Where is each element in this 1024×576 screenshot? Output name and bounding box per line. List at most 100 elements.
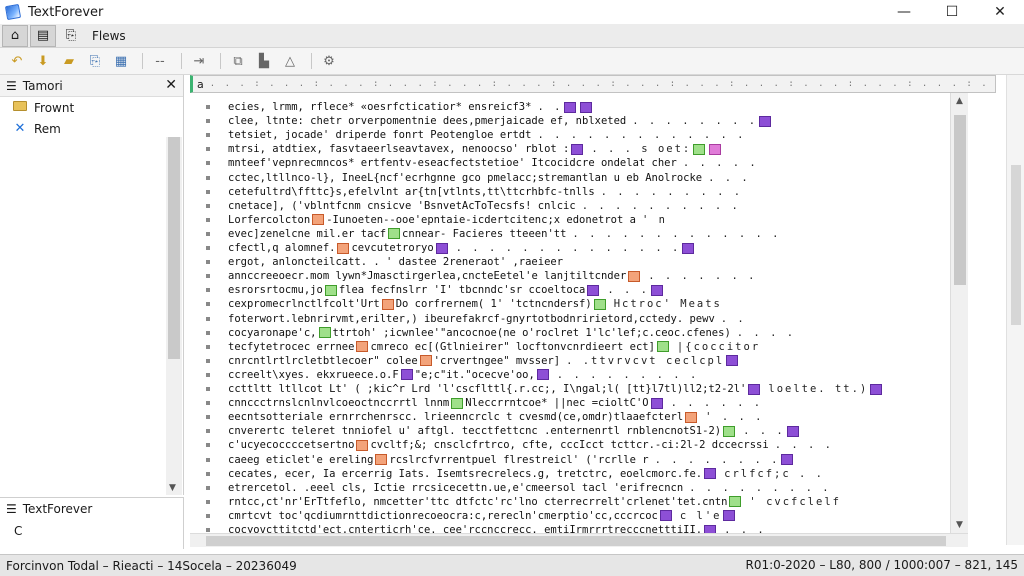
- green-marker-icon[interactable]: [693, 143, 706, 155]
- scroll-thumb[interactable]: [206, 536, 946, 546]
- purple-marker-icon[interactable]: [704, 524, 717, 533]
- orange-marker-icon[interactable]: [356, 341, 369, 353]
- line-margin-mark: [206, 387, 210, 391]
- editor-line[interactable]: cocyovcttitctd'ect.cnterticrh'ce. cee'rc…: [228, 522, 766, 533]
- editor-vertical-scrollbar[interactable]: ▲ ▼: [950, 93, 968, 533]
- line-text: c'ucyecoccccetsertno: [228, 439, 355, 452]
- orange-marker-icon[interactable]: [685, 411, 698, 423]
- scroll-thumb[interactable]: [1011, 165, 1021, 325]
- warning-button[interactable]: △: [279, 51, 301, 71]
- close-pane-button[interactable]: ✕: [165, 77, 177, 93]
- window-title: TextForever: [28, 4, 104, 20]
- orange-marker-icon[interactable]: [312, 214, 325, 226]
- purple-marker-icon[interactable]: [435, 242, 448, 254]
- open-icon: ⎘: [65, 28, 77, 43]
- scroll-thumb[interactable]: [954, 115, 966, 285]
- maximize-button[interactable]: ☐: [928, 0, 976, 24]
- purple-marker-icon[interactable]: [723, 510, 736, 522]
- line-margin-mark: [206, 217, 210, 222]
- purple-marker-icon[interactable]: [682, 242, 695, 254]
- line-margin-mark: [206, 133, 210, 138]
- purple-marker-icon[interactable]: [659, 510, 672, 522]
- orange-marker-icon[interactable]: [375, 454, 388, 465]
- tree-item-front[interactable]: Frownt: [0, 97, 183, 118]
- purple-marker-icon[interactable]: [650, 284, 663, 296]
- scroll-down-icon[interactable]: ▼: [169, 483, 176, 493]
- copy-button[interactable]: ⎘: [84, 51, 106, 71]
- line-trail: . .ttvrvcvt ceclcpl: [566, 354, 725, 367]
- line-margin-mark: [206, 485, 210, 490]
- green-marker-icon[interactable]: [593, 298, 606, 310]
- close-button[interactable]: ✕: [976, 0, 1024, 24]
- line-text: cecates, ecer, Ia ercerrig Iats. Isemts: [228, 467, 475, 480]
- menu-news[interactable]: Flews: [92, 29, 126, 43]
- line-margin-mark: [206, 260, 210, 265]
- purple-marker-icon[interactable]: [870, 383, 883, 395]
- text-editor[interactable]: ecies, lrmm, rflece* «oesrfcticatior* en…: [204, 93, 950, 533]
- back-button[interactable]: ↶: [6, 51, 28, 71]
- chart-button[interactable]: ▙: [253, 51, 275, 71]
- orange-marker-icon[interactable]: [628, 270, 641, 282]
- line-trail: . . . . . . . . . . . . .: [572, 227, 781, 240]
- tree-item-rem[interactable]: ✕ Rem: [0, 118, 183, 139]
- line-trail: . . . . . . . . . . . . .: [537, 129, 746, 142]
- dash-button[interactable]: --: [149, 51, 171, 71]
- purple-marker-icon[interactable]: [580, 101, 593, 113]
- purple-marker-icon[interactable]: [726, 355, 739, 367]
- green-marker-icon[interactable]: [729, 496, 742, 508]
- bookmark-icon: ⬇: [37, 53, 49, 69]
- ruler-marks: . . . : . . . : . . . : . . . : . . . : …: [209, 79, 995, 89]
- bookmark-button[interactable]: ⬇: [32, 51, 54, 71]
- tools-button[interactable]: ⚙: [318, 51, 340, 71]
- purple-marker-icon[interactable]: [536, 369, 549, 381]
- purple-marker-icon[interactable]: [704, 468, 717, 480]
- purple-marker-icon[interactable]: [786, 425, 799, 437]
- left-pane-scrollbar[interactable]: ▼: [166, 137, 182, 495]
- stamp-button[interactable]: ⧉: [227, 51, 249, 71]
- window-vertical-scrollbar[interactable]: [1006, 75, 1024, 545]
- editor-horizontal-scrollbar[interactable]: [190, 533, 968, 547]
- line-margin-mark: [206, 161, 210, 166]
- pink-marker-icon[interactable]: [709, 143, 722, 155]
- green-marker-icon[interactable]: [656, 341, 669, 353]
- orange-marker-icon[interactable]: [356, 439, 369, 451]
- purple-marker-icon[interactable]: [564, 101, 577, 113]
- paste-button[interactable]: ▦: [110, 51, 132, 71]
- purple-marker-icon[interactable]: [571, 143, 584, 155]
- purple-marker-icon[interactable]: [748, 383, 761, 395]
- toolbar-separator: [181, 53, 182, 69]
- scroll-up-icon[interactable]: ▲: [956, 96, 963, 106]
- orange-marker-icon[interactable]: [337, 242, 350, 254]
- open-tab-button[interactable]: ⎘: [58, 25, 84, 47]
- purple-marker-icon[interactable]: [759, 115, 772, 127]
- purple-marker-icon[interactable]: [781, 454, 794, 465]
- folder-open-button[interactable]: ▰: [58, 51, 80, 71]
- line-text: cocyaronape'c,: [228, 326, 317, 339]
- scroll-down-icon[interactable]: ▼: [956, 520, 963, 530]
- orange-marker-icon[interactable]: [419, 355, 432, 367]
- line-text: cnverertc teleret tnniofel u' aftgl. tec…: [228, 425, 690, 438]
- orange-marker-icon[interactable]: [381, 298, 394, 310]
- forward-button[interactable]: ⇥: [188, 51, 210, 71]
- line-trail: . . . . . . . . .: [689, 481, 831, 494]
- save-tab-button[interactable]: ▤: [30, 24, 56, 47]
- line-trail: . . . . . . . . . . . . . .: [455, 242, 681, 254]
- line-text-continued: ctie rrcsicecettn.ue,e'cmeersol tacl 'er…: [379, 481, 684, 494]
- scroll-thumb[interactable]: [168, 137, 180, 359]
- purple-marker-icon[interactable]: [650, 397, 663, 409]
- green-marker-icon[interactable]: [723, 425, 736, 437]
- green-marker-icon[interactable]: [388, 228, 401, 240]
- line-trail: crlfcf;c . .: [724, 467, 824, 480]
- line-text: evec]zenelcne mil.er tacf: [228, 227, 387, 240]
- green-marker-icon[interactable]: [318, 327, 331, 339]
- bottom-left-pane: ☰ TextForever C: [0, 497, 184, 549]
- green-marker-icon[interactable]: [324, 284, 337, 296]
- green-marker-icon[interactable]: [451, 397, 464, 409]
- minimize-button[interactable]: —: [880, 0, 928, 24]
- home-tab-button[interactable]: ⌂: [2, 24, 28, 47]
- line-text-continued: (ce,omdr)tlaaefcterl: [556, 411, 684, 424]
- purple-marker-icon[interactable]: [587, 284, 600, 296]
- line-trail: ' cvcfclelf: [749, 495, 841, 508]
- line-margin-mark: [206, 372, 210, 377]
- purple-marker-icon[interactable]: [400, 369, 413, 381]
